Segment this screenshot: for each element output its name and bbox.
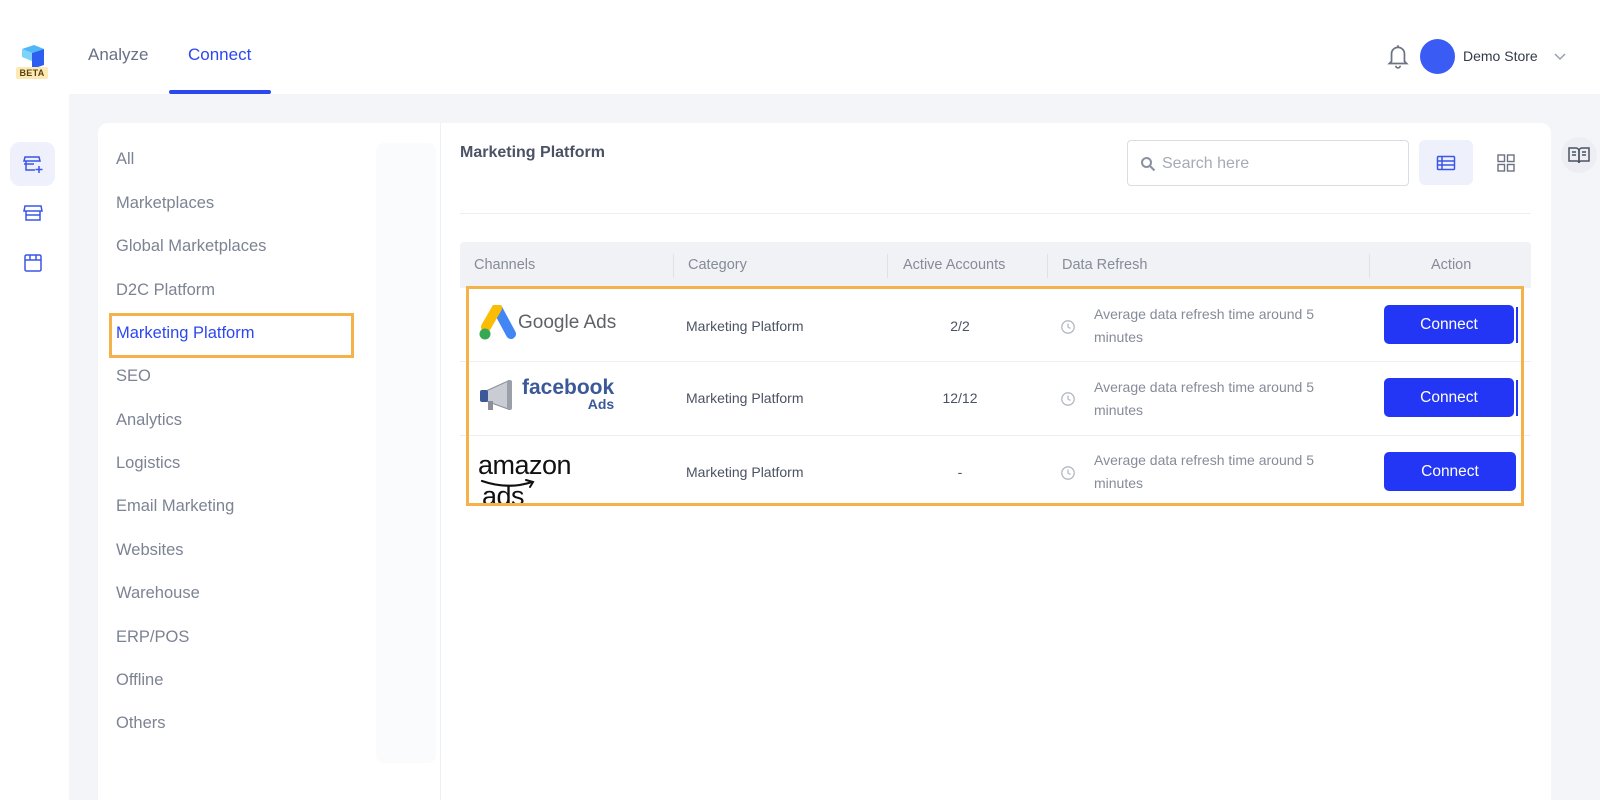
row-category: Marketing Platform bbox=[686, 318, 804, 334]
section-title: Marketing Platform bbox=[460, 144, 605, 161]
active-tab-indicator bbox=[169, 90, 271, 94]
rail-item-shop[interactable] bbox=[10, 241, 55, 285]
left-rail bbox=[0, 94, 69, 800]
store-name[interactable]: Demo Store bbox=[1463, 48, 1538, 64]
category-others[interactable]: Others bbox=[116, 714, 166, 733]
chevron-down-icon[interactable] bbox=[1552, 48, 1568, 64]
category-email-marketing[interactable]: Email Marketing bbox=[116, 497, 234, 516]
column-divider bbox=[1369, 254, 1370, 278]
list-view-button[interactable] bbox=[1419, 140, 1473, 185]
column-divider bbox=[887, 254, 888, 278]
clock-icon bbox=[1061, 466, 1075, 480]
column-header-action: Action bbox=[1431, 257, 1472, 273]
tab-connect[interactable]: Connect bbox=[188, 45, 251, 65]
facebook-ads-logo: facebook Ads bbox=[478, 376, 615, 413]
row-active-accounts: 2/2 bbox=[950, 318, 970, 334]
book-icon bbox=[1568, 147, 1590, 164]
column-divider bbox=[1047, 254, 1048, 278]
button-edge bbox=[1516, 307, 1518, 343]
main-card: All Marketplaces Global Marketplaces D2C… bbox=[98, 123, 1551, 800]
google-ads-icon bbox=[479, 305, 516, 340]
column-header-data-refresh: Data Refresh bbox=[1062, 257, 1148, 273]
beta-badge: BETA bbox=[16, 67, 48, 79]
tab-analyze[interactable]: Analyze bbox=[88, 45, 148, 65]
clock-icon bbox=[1061, 392, 1075, 406]
row-category: Marketing Platform bbox=[686, 464, 804, 480]
category-logistics[interactable]: Logistics bbox=[116, 454, 180, 473]
column-divider bbox=[673, 254, 674, 278]
category-websites[interactable]: Websites bbox=[116, 541, 184, 560]
connect-button[interactable]: Connect bbox=[1384, 452, 1516, 491]
rail-item-stores[interactable] bbox=[10, 191, 55, 235]
google-ads-wordmark: Google Ads bbox=[518, 312, 617, 333]
search-icon bbox=[1141, 157, 1156, 172]
connect-button[interactable]: Connect bbox=[1384, 305, 1514, 344]
amazon-smile-icon bbox=[480, 479, 535, 488]
header-divider bbox=[460, 213, 1531, 214]
clock-icon bbox=[1061, 320, 1075, 334]
column-header-active-accounts: Active Accounts bbox=[903, 257, 1006, 273]
category-marketplaces[interactable]: Marketplaces bbox=[116, 194, 214, 213]
shop-icon bbox=[23, 254, 42, 272]
search-input[interactable] bbox=[1162, 151, 1397, 177]
row-data-refresh: Average data refresh time around 5 minut… bbox=[1094, 452, 1314, 491]
storefront-icon bbox=[22, 205, 43, 221]
category-offline[interactable]: Offline bbox=[116, 671, 163, 690]
table-header: Channels Category Active Accounts Data R… bbox=[460, 242, 1531, 288]
category-global-marketplaces[interactable]: Global Marketplaces bbox=[116, 237, 266, 256]
column-header-category: Category bbox=[688, 257, 747, 273]
row-active-accounts: 12/12 bbox=[942, 390, 978, 406]
category-all[interactable]: All bbox=[116, 150, 134, 169]
row-active-accounts: - bbox=[957, 464, 963, 480]
row-data-refresh: Average data refresh time around 5 minut… bbox=[1094, 379, 1314, 418]
table-row: Google Ads Marketing Platform 2/2 Averag… bbox=[460, 288, 1531, 362]
category-erp-pos[interactable]: ERP/POS bbox=[116, 628, 189, 647]
table-row: amazon ads Marketing Platform - Average … bbox=[460, 436, 1531, 511]
row-category: Marketing Platform bbox=[686, 390, 804, 406]
docs-button[interactable] bbox=[1561, 137, 1597, 173]
grid-view-button[interactable] bbox=[1479, 140, 1533, 185]
category-marketing-platform[interactable]: Marketing Platform bbox=[116, 324, 254, 343]
search-box[interactable] bbox=[1127, 140, 1409, 186]
store-add-icon bbox=[22, 156, 42, 173]
connect-button[interactable]: Connect bbox=[1384, 378, 1514, 417]
megaphone-icon bbox=[480, 380, 512, 410]
top-bar: BETA Analyze Connect Demo Store bbox=[0, 0, 1600, 94]
category-panel: All Marketplaces Global Marketplaces D2C… bbox=[98, 123, 441, 800]
row-data-refresh: Average data refresh time around 5 minut… bbox=[1094, 306, 1314, 345]
amazon-ads-logo: amazon ads bbox=[478, 450, 608, 511]
grid-view-icon bbox=[1497, 153, 1515, 172]
category-seo[interactable]: SEO bbox=[116, 367, 151, 386]
category-d2c-platform[interactable]: D2C Platform bbox=[116, 281, 215, 300]
notification-bell-icon[interactable] bbox=[1385, 42, 1411, 70]
category-warehouse[interactable]: Warehouse bbox=[116, 584, 200, 603]
category-analytics[interactable]: Analytics bbox=[116, 411, 182, 430]
facebook-wordmark: facebook bbox=[522, 376, 615, 399]
rail-item-connectors[interactable] bbox=[10, 142, 55, 186]
column-header-channels: Channels bbox=[474, 257, 536, 273]
list-view-icon bbox=[1436, 155, 1456, 170]
button-edge bbox=[1516, 380, 1518, 416]
google-ads-logo: Google Ads bbox=[478, 305, 616, 341]
avatar[interactable] bbox=[1420, 39, 1455, 74]
table-row: facebook Ads Marketing Platform 12/12 Av… bbox=[460, 362, 1531, 436]
amazon-wordmark: amazon bbox=[478, 450, 572, 480]
